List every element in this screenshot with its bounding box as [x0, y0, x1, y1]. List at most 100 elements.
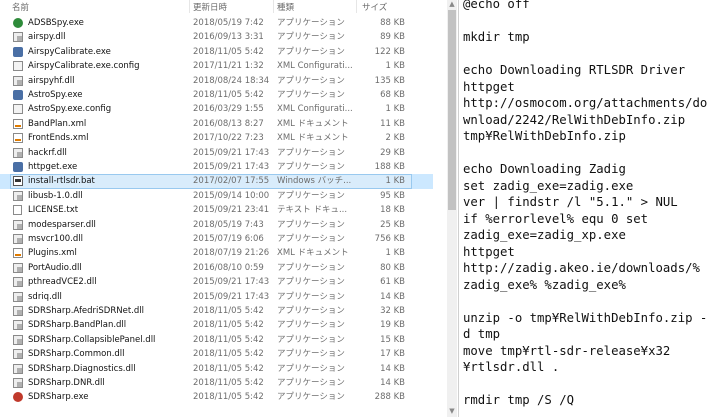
- column-type[interactable]: 種類: [277, 1, 294, 13]
- file-name: sdriq.dll: [28, 291, 62, 302]
- code-line: unzip -o tmp¥RelWithDebInfo.zip -: [463, 310, 708, 325]
- file-row[interactable]: sdriq.dll 2015/09/21 17:43 アプリケーション 14 KB: [0, 290, 433, 305]
- batch-file-icon: [13, 176, 23, 187]
- file-row[interactable]: airspy.dll 2016/09/13 3:31 アプリケーション 89 KB: [0, 30, 433, 45]
- exe-icon: [13, 90, 23, 100]
- file-row[interactable]: SDRSharp.exe 2018/11/05 5:42 アプリケーション 288 K…: [0, 390, 433, 405]
- file-row[interactable]: AirspyCalibrate.exe.config 2017/11/21 1:3…: [0, 59, 433, 74]
- file-row[interactable]: pthreadVCE2.dll 2015/09/21 17:43 アプリケーション 6…: [0, 275, 433, 290]
- file-date: 2015/09/21 17:43: [193, 162, 270, 172]
- column-divider[interactable]: [356, 0, 357, 13]
- file-row[interactable]: AstroSpy.exe.config 2016/03/29 1:55 XML Co…: [0, 102, 433, 117]
- file-row[interactable]: Plugins.xml 2018/07/19 21:26 XML ドキュメント 1 K…: [0, 246, 433, 261]
- column-name[interactable]: 名前: [12, 1, 29, 13]
- dll-icon: [13, 219, 23, 230]
- dll-icon: [13, 363, 23, 374]
- file-date: 2015/07/19 6:06: [193, 234, 264, 244]
- dll-icon: [13, 349, 23, 360]
- file-size: 29 KB: [380, 147, 405, 158]
- file-date: 2015/09/21 17:43: [193, 291, 270, 302]
- file-row[interactable]: libusb-1.0.dll 2015/09/14 10:00 アプリケーション 95…: [0, 189, 433, 204]
- file-date: 2018/05/19 7:43: [193, 219, 264, 230]
- code-line: zadig_exe=zadig_xp.exe: [463, 228, 626, 242]
- file-date: 2016/08/13 8:27: [193, 118, 264, 129]
- file-explorer: 名前 更新日時 種類 サイズ ADSBSpy.exe 2018/05/19 7:4…: [0, 0, 433, 417]
- file-row[interactable]: AstroSpy.exe 2018/11/05 5:42 アプリケーション 68 KB: [0, 88, 433, 103]
- file-row[interactable]: FrontEnds.xml 2017/10/22 7:23 XML ドキュメント 2 …: [0, 131, 433, 146]
- file-size: 95 KB: [380, 190, 405, 201]
- file-name: AirspyCalibrate.exe: [28, 46, 111, 57]
- file-size: 19 KB: [380, 320, 405, 331]
- column-size[interactable]: サイズ: [362, 1, 387, 13]
- file-name: SDRSharp.AfedriSDRNet.dll: [28, 306, 145, 316]
- file-row[interactable]: AirspyCalibrate.exe 2018/11/05 5:42 アプリケーシ…: [0, 45, 433, 60]
- file-date: 2017/11/21 1:32: [193, 61, 264, 72]
- file-date: 2015/09/14 10:00: [193, 190, 270, 201]
- file-size: 80 KB: [380, 262, 405, 273]
- file-name: install-rtlsdr.bat: [28, 176, 95, 187]
- file-name: FrontEnds.xml: [28, 133, 89, 144]
- file-row[interactable]: LICENSE.txt 2015/09/21 23:41 テキスト ドキュ... 18…: [0, 203, 433, 218]
- exe-icon: [13, 162, 23, 172]
- code-line: rmdir tmp /S /Q: [463, 393, 575, 407]
- file-name: SDRSharp.exe: [28, 392, 89, 403]
- file-row[interactable]: SDRSharp.DNR.dll 2018/11/05 5:42 アプリケーション 1…: [0, 376, 433, 391]
- dll-icon: [13, 334, 23, 345]
- file-name: BandPlan.xml: [28, 118, 87, 129]
- file-row[interactable]: hackrf.dll 2015/09/21 17:43 アプリケーション 29 KB: [0, 146, 433, 161]
- file-row[interactable]: SDRSharp.Diagnostics.dll 2018/11/05 5:42 ア…: [0, 362, 433, 377]
- file-row[interactable]: ADSBSpy.exe 2018/05/19 7:42 アプリケーション 88 KB: [0, 16, 433, 31]
- file-name: LICENSE.txt: [28, 205, 79, 216]
- column-date[interactable]: 更新日時: [193, 1, 227, 13]
- file-date: 2018/11/05 5:42: [193, 320, 264, 331]
- scroll-up-icon[interactable]: ▲: [448, 0, 456, 9]
- file-date: 2018/11/05 5:42: [193, 378, 264, 388]
- column-header: 名前 更新日時 種類 サイズ: [0, 0, 433, 13]
- code-line: zadig_exe% %zadig_exe%: [463, 277, 626, 292]
- file-size: 32 KB: [380, 306, 405, 316]
- file-row[interactable]: modesparser.dll 2018/05/19 7:43 アプリケーション 25…: [0, 218, 433, 233]
- text-editor[interactable]: @echo off mkdir tmp echo Downloading RTLSD…: [458, 0, 720, 417]
- file-date: 2018/11/05 5:42: [193, 306, 264, 316]
- file-row[interactable]: airspyhf.dll 2018/08/24 18:34 アプリケーション 135 …: [0, 74, 433, 89]
- file-name: pthreadVCE2.dll: [28, 277, 97, 288]
- file-row[interactable]: SDRSharp.AfedriSDRNet.dll 2018/11/05 5:42…: [0, 304, 433, 319]
- code-line: d tmp: [463, 327, 501, 341]
- file-row[interactable]: PortAudio.dll 2016/08/10 0:59 アプリケーション 80 K…: [0, 261, 433, 276]
- code-line: echo Downloading Zadig: [463, 162, 626, 176]
- file-date: 2015/09/21 17:43: [193, 277, 270, 288]
- file-row[interactable]: install-rtlsdr.bat 2017/02/07 17:55 Window…: [0, 174, 433, 189]
- file-date: 2018/08/24 18:34: [193, 75, 270, 86]
- file-size: 188 KB: [374, 162, 405, 172]
- scrollbar-thumb[interactable]: [448, 10, 456, 210]
- file-name: httpget.exe: [28, 162, 78, 172]
- code-line: ver | findstr /l "5.1." > NUL: [463, 195, 678, 209]
- file-row[interactable]: httpget.exe 2015/09/21 17:43 アプリケーション 188 K…: [0, 160, 433, 175]
- file-row[interactable]: SDRSharp.BandPlan.dll 2018/11/05 5:42 アプリケ…: [0, 318, 433, 333]
- scroll-down-icon[interactable]: ▼: [448, 407, 456, 416]
- file-row[interactable]: msvcr100.dll 2015/07/19 6:06 アプリケーション 756 K…: [0, 232, 433, 247]
- file-name: Plugins.xml: [28, 248, 77, 259]
- file-row[interactable]: SDRSharp.CollapsiblePanel.dll 2018/11/05 …: [0, 333, 433, 348]
- file-size: 1 KB: [385, 176, 405, 187]
- file-date: 2018/07/19 21:26: [193, 248, 270, 259]
- file-row[interactable]: BandPlan.xml 2016/08/13 8:27 XML ドキュメント 11 …: [0, 117, 433, 132]
- file-size: 17 KB: [380, 349, 405, 360]
- file-name: libusb-1.0.dll: [28, 190, 83, 201]
- file-date: 2015/09/21 17:43: [193, 147, 270, 158]
- dll-icon: [13, 262, 23, 273]
- file-size: 1 KB: [385, 61, 405, 72]
- file-size: 68 KB: [380, 90, 405, 100]
- code-line: httpget: [463, 79, 515, 94]
- column-divider[interactable]: [189, 0, 190, 13]
- file-row[interactable]: SDRSharp.Common.dll 2018/11/05 5:42 アプリケーシ…: [0, 347, 433, 362]
- file-date: 2016/08/10 0:59: [193, 262, 264, 273]
- column-divider[interactable]: [273, 0, 274, 13]
- file-name: airspy.dll: [28, 32, 66, 43]
- code-line: echo Downloading RTLSDR Driver: [463, 63, 686, 77]
- file-name: SDRSharp.CollapsiblePanel.dll: [28, 334, 156, 345]
- file-name: hackrf.dll: [28, 147, 67, 158]
- file-date: 2016/03/29 1:55: [193, 104, 264, 115]
- code-line: mkdir tmp: [463, 30, 530, 44]
- file-size: 88 KB: [380, 18, 405, 28]
